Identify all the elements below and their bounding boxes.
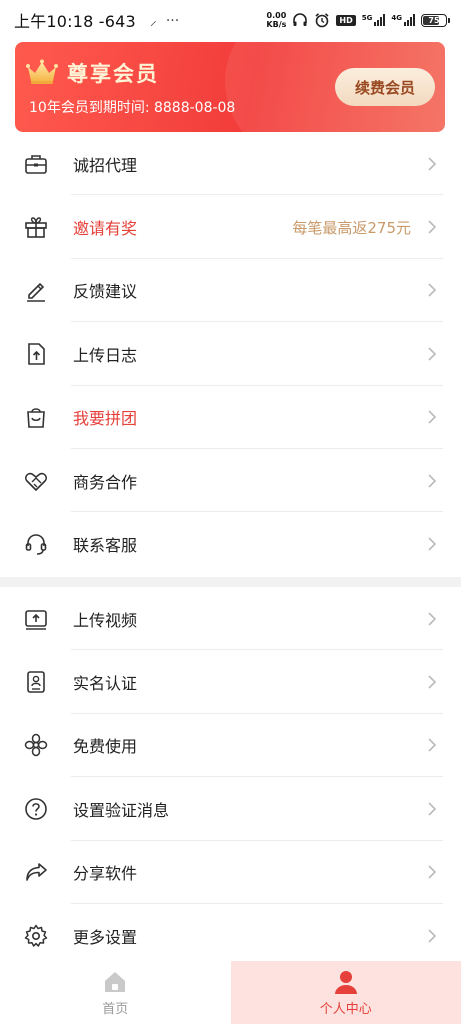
nav-label-home: 首页	[102, 1001, 129, 1017]
menu-item-label: 更多设置	[73, 927, 138, 947]
share-icon	[22, 858, 50, 886]
upload-file-icon	[22, 340, 50, 368]
menu-item[interactable]: 设置验证消息	[0, 777, 461, 841]
menu-item[interactable]: 反馈建议	[0, 259, 461, 323]
chevron-right-icon	[428, 675, 437, 689]
gear-icon	[22, 922, 50, 950]
chevron-right-icon	[428, 157, 437, 171]
menu-item-label: 免费使用	[73, 737, 138, 757]
vip-banner[interactable]: 尊享会员 10年会员到期时间: 8888-08-08 续费会员	[15, 42, 445, 132]
menu-item-label: 分享软件	[73, 864, 138, 884]
menu-item-label: 实名认证	[73, 674, 138, 694]
flower-icon	[22, 731, 50, 759]
chevron-right-icon	[428, 802, 437, 816]
menu-item[interactable]: 我要拼团	[0, 386, 461, 449]
chevron-right-icon	[428, 612, 437, 626]
net-speed-value: 0.00	[266, 11, 287, 20]
network-speed: 0.00 KB/s	[266, 11, 286, 29]
pencil-icon	[22, 276, 50, 304]
menu-group-primary: 诚招代理邀请有奖 每笔最高返275元反馈建议上传日志我要拼团商务合作联系客服	[0, 132, 461, 576]
id-card-icon	[22, 668, 50, 696]
menu-group-secondary: 上传视频实名认证免费使用设置验证消息 分享软件更多设置	[0, 587, 461, 967]
menu-item[interactable]: 联系客服	[0, 512, 461, 575]
menu-item[interactable]: 实名认证	[0, 650, 461, 714]
menu-item-label: 邀请有奖	[73, 219, 138, 239]
menu-item[interactable]: 分享软件	[0, 841, 461, 904]
bottom-navigation: 首页 个人中心	[0, 961, 461, 1024]
menu-item-label: 上传日志	[73, 345, 138, 365]
nav-tab-home[interactable]: 首页	[0, 961, 231, 1024]
signal-4g-icon: 4G	[391, 14, 415, 26]
chevron-right-icon	[428, 929, 437, 943]
menu-item[interactable]: 免费使用	[0, 714, 461, 778]
signal-5g-icon: 5G	[362, 14, 386, 26]
question-icon	[22, 795, 50, 823]
chevron-right-icon	[428, 738, 437, 753]
net-speed-unit: KB/s	[266, 20, 287, 29]
status-notification-dots: ⸝ ···	[149, 12, 180, 29]
chevron-right-icon	[428, 347, 437, 361]
briefcase-icon	[22, 150, 50, 178]
menu-item-label: 我要拼团	[73, 409, 138, 429]
signal-4g-label: 4G	[391, 14, 402, 22]
menu-item-label: 反馈建议	[73, 282, 138, 302]
renew-vip-button[interactable]: 续费会员	[335, 68, 435, 106]
menu-item[interactable]: 诚招代理	[0, 132, 461, 196]
gift-icon	[22, 213, 50, 241]
crown-icon	[26, 59, 58, 84]
chevron-right-icon	[428, 537, 437, 551]
chevron-right-icon	[428, 474, 437, 488]
menu-item-label: 设置验证消息	[73, 800, 170, 820]
section-divider	[0, 577, 461, 587]
status-time: 上午10:18 -643	[14, 12, 136, 31]
menu-item[interactable]: 邀请有奖 每笔最高返275元	[0, 195, 461, 259]
menu-item-label: 诚招代理	[73, 155, 138, 175]
user-icon	[334, 970, 357, 994]
chevron-right-icon	[428, 283, 437, 298]
headset-icon	[22, 530, 50, 558]
menu-item-extra: 每笔最高返275元	[292, 218, 411, 237]
chevron-right-icon	[428, 865, 437, 879]
menu-item[interactable]: 更多设置	[0, 904, 461, 967]
home-icon	[105, 971, 126, 992]
vip-title: 尊享会员	[67, 62, 159, 86]
headphones-icon	[293, 13, 308, 26]
handshake-icon	[22, 467, 50, 495]
menu-item-label: 商务合作	[73, 472, 138, 492]
menu-item-label: 联系客服	[73, 536, 138, 556]
signal-5g-label: 5G	[361, 14, 373, 22]
status-bar: 上午10:18 -643 ⸝ ··· 0.00 KB/s HD 5G 4G 75	[0, 0, 461, 40]
vip-expire-text: 10年会员到期时间: 8888-08-08	[29, 100, 236, 116]
alarm-icon	[315, 13, 329, 28]
battery-value: 75	[428, 15, 440, 25]
menu-item[interactable]: 上传日志	[0, 322, 461, 386]
hd-badge: HD	[336, 14, 356, 26]
shopping-bag-icon	[22, 403, 50, 431]
menu-item[interactable]: 上传视频	[0, 587, 461, 651]
menu-item-label: 上传视频	[73, 610, 138, 630]
nav-tab-profile[interactable]: 个人中心	[230, 961, 461, 1024]
chevron-right-icon	[428, 220, 437, 234]
battery-icon: 75	[421, 13, 450, 27]
status-icons: 0.00 KB/s HD 5G 4G 75	[266, 11, 450, 29]
menu-item[interactable]: 商务合作	[0, 449, 461, 513]
nav-label-profile: 个人中心	[319, 1001, 372, 1017]
chevron-right-icon	[428, 410, 437, 424]
upload-video-icon	[22, 605, 50, 633]
